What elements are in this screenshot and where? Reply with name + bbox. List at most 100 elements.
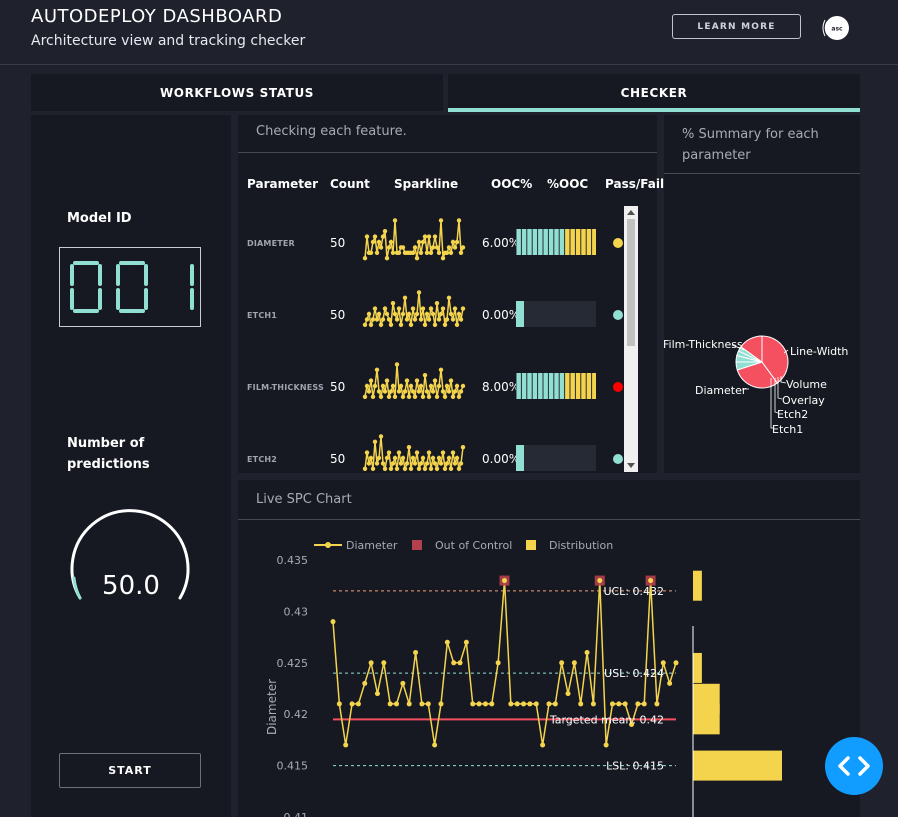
checker-scrollbar[interactable] xyxy=(624,206,638,472)
predictions-gauge: 50.0 xyxy=(70,509,190,601)
row-count: 50 xyxy=(330,308,346,322)
ooc-bar-segment xyxy=(516,373,521,399)
sparkline-point xyxy=(386,394,392,399)
sparkline-point xyxy=(406,311,412,317)
sparkline-point xyxy=(366,389,372,394)
sparkline-point xyxy=(460,383,466,389)
sparkline-point xyxy=(400,455,406,461)
sparkline-point xyxy=(396,250,402,255)
sparkline-point xyxy=(390,461,396,466)
scroll-down-icon[interactable] xyxy=(627,463,635,468)
sparkline-point xyxy=(372,306,378,311)
pie-label-etch2: Etch2 xyxy=(777,408,808,421)
diameter-point xyxy=(336,701,342,707)
header-divider xyxy=(0,64,898,65)
sparkline-point xyxy=(458,461,464,466)
sparkline-point xyxy=(396,450,402,455)
sparkline-point xyxy=(428,306,434,311)
ooc-bar-segment xyxy=(559,373,565,399)
sparkline-point xyxy=(410,306,416,311)
company-logo: asc xyxy=(822,16,849,40)
sparkline-point xyxy=(420,455,426,461)
diameter-point xyxy=(546,701,552,707)
status-dot-icon xyxy=(613,310,623,320)
sparkline-point xyxy=(452,245,458,250)
diameter-point xyxy=(381,660,387,666)
sparkline-point xyxy=(418,383,424,389)
diameter-point xyxy=(444,639,450,645)
diameter-point xyxy=(362,680,368,686)
diameter-point xyxy=(463,639,469,645)
sparkline-point xyxy=(418,461,424,466)
sparkline-point xyxy=(370,317,376,322)
sparkline-point xyxy=(390,250,396,255)
sparkline-point xyxy=(420,239,426,245)
sparkline-point xyxy=(428,250,434,255)
row-parameter-name: ETCH2 xyxy=(247,455,278,464)
start-button[interactable]: START xyxy=(59,753,201,788)
sparkline-point xyxy=(434,466,440,471)
diameter-point xyxy=(482,701,488,707)
sparkline-point xyxy=(452,389,458,394)
tab-workflows-status[interactable]: WORKFLOWS STATUS xyxy=(31,74,443,111)
code-brackets-icon xyxy=(838,756,870,776)
sparkline-point xyxy=(404,378,410,383)
legend-ooc-swatch xyxy=(412,540,422,550)
sparkline-point xyxy=(362,466,368,471)
sparkline-point xyxy=(382,466,388,471)
sparkline-point xyxy=(444,383,450,389)
sparkline-point xyxy=(416,389,422,394)
ooc-bar-segment xyxy=(532,373,538,399)
sparkline-point xyxy=(408,322,414,327)
row-parameter-name: FILM-THICKNESS xyxy=(247,383,324,392)
sparkline-point xyxy=(384,378,390,383)
legend-distribution: Distribution xyxy=(549,539,613,552)
sparkline-point xyxy=(362,256,368,261)
ucl-line-label: UCL: 0.432 xyxy=(603,585,664,598)
sparkline-point xyxy=(362,322,368,327)
sparkline-point xyxy=(376,455,382,461)
row-count: 50 xyxy=(330,236,346,250)
learn-more-button[interactable]: LEARN MORE xyxy=(672,14,801,39)
row-ooc-percent: 0.00% xyxy=(482,452,521,466)
sparkline-point xyxy=(394,317,400,322)
sparkline-point xyxy=(392,455,398,461)
row-ooc-bar xyxy=(516,301,596,327)
tab-checker[interactable]: CHECKER xyxy=(448,74,860,111)
diameter-point xyxy=(527,701,533,707)
sparkline-point xyxy=(374,317,380,322)
sparkline-point xyxy=(446,245,452,250)
diameter-point xyxy=(660,660,666,666)
sparkline-point xyxy=(446,389,452,394)
ooc-bar-segment xyxy=(575,229,581,255)
sparkline-point xyxy=(364,234,370,239)
sparkline-point xyxy=(376,389,382,394)
code-toggle-button[interactable] xyxy=(825,737,883,795)
diameter-point xyxy=(349,701,355,707)
diameter-point xyxy=(470,701,476,707)
sparkline-point xyxy=(388,466,394,471)
row-parameter-name: DIAMETER xyxy=(247,239,295,248)
sparkline-point xyxy=(434,245,440,250)
sparkline-point xyxy=(432,234,438,239)
sparkline-point xyxy=(430,455,436,461)
row-sparkline xyxy=(362,218,466,261)
diameter-point xyxy=(514,701,520,707)
sparkline-point xyxy=(404,317,410,322)
sparkline-point xyxy=(456,466,462,471)
scroll-thumb[interactable] xyxy=(627,219,635,346)
scroll-up-icon[interactable] xyxy=(627,210,635,215)
lsl-line-label: LSL: 0.415 xyxy=(606,760,664,773)
column-ooc-bar: %OOC xyxy=(547,177,589,191)
sparkline-point xyxy=(432,322,438,327)
status-dot-icon xyxy=(613,238,623,248)
sparkline-point xyxy=(384,311,390,317)
app-header: AUTODEPLOY DASHBOARD Architecture view a… xyxy=(0,0,898,64)
active-tab-indicator xyxy=(448,108,860,112)
sparkline-point xyxy=(458,250,464,255)
ooc-bar-segment xyxy=(581,373,586,399)
diameter-point xyxy=(406,701,412,707)
summary-pie-chart: Film-Thickness Line-Width Diameter Volum… xyxy=(664,335,848,436)
y-tick-label: 0.425 xyxy=(277,657,309,670)
ooc-bar-segment xyxy=(521,373,527,399)
